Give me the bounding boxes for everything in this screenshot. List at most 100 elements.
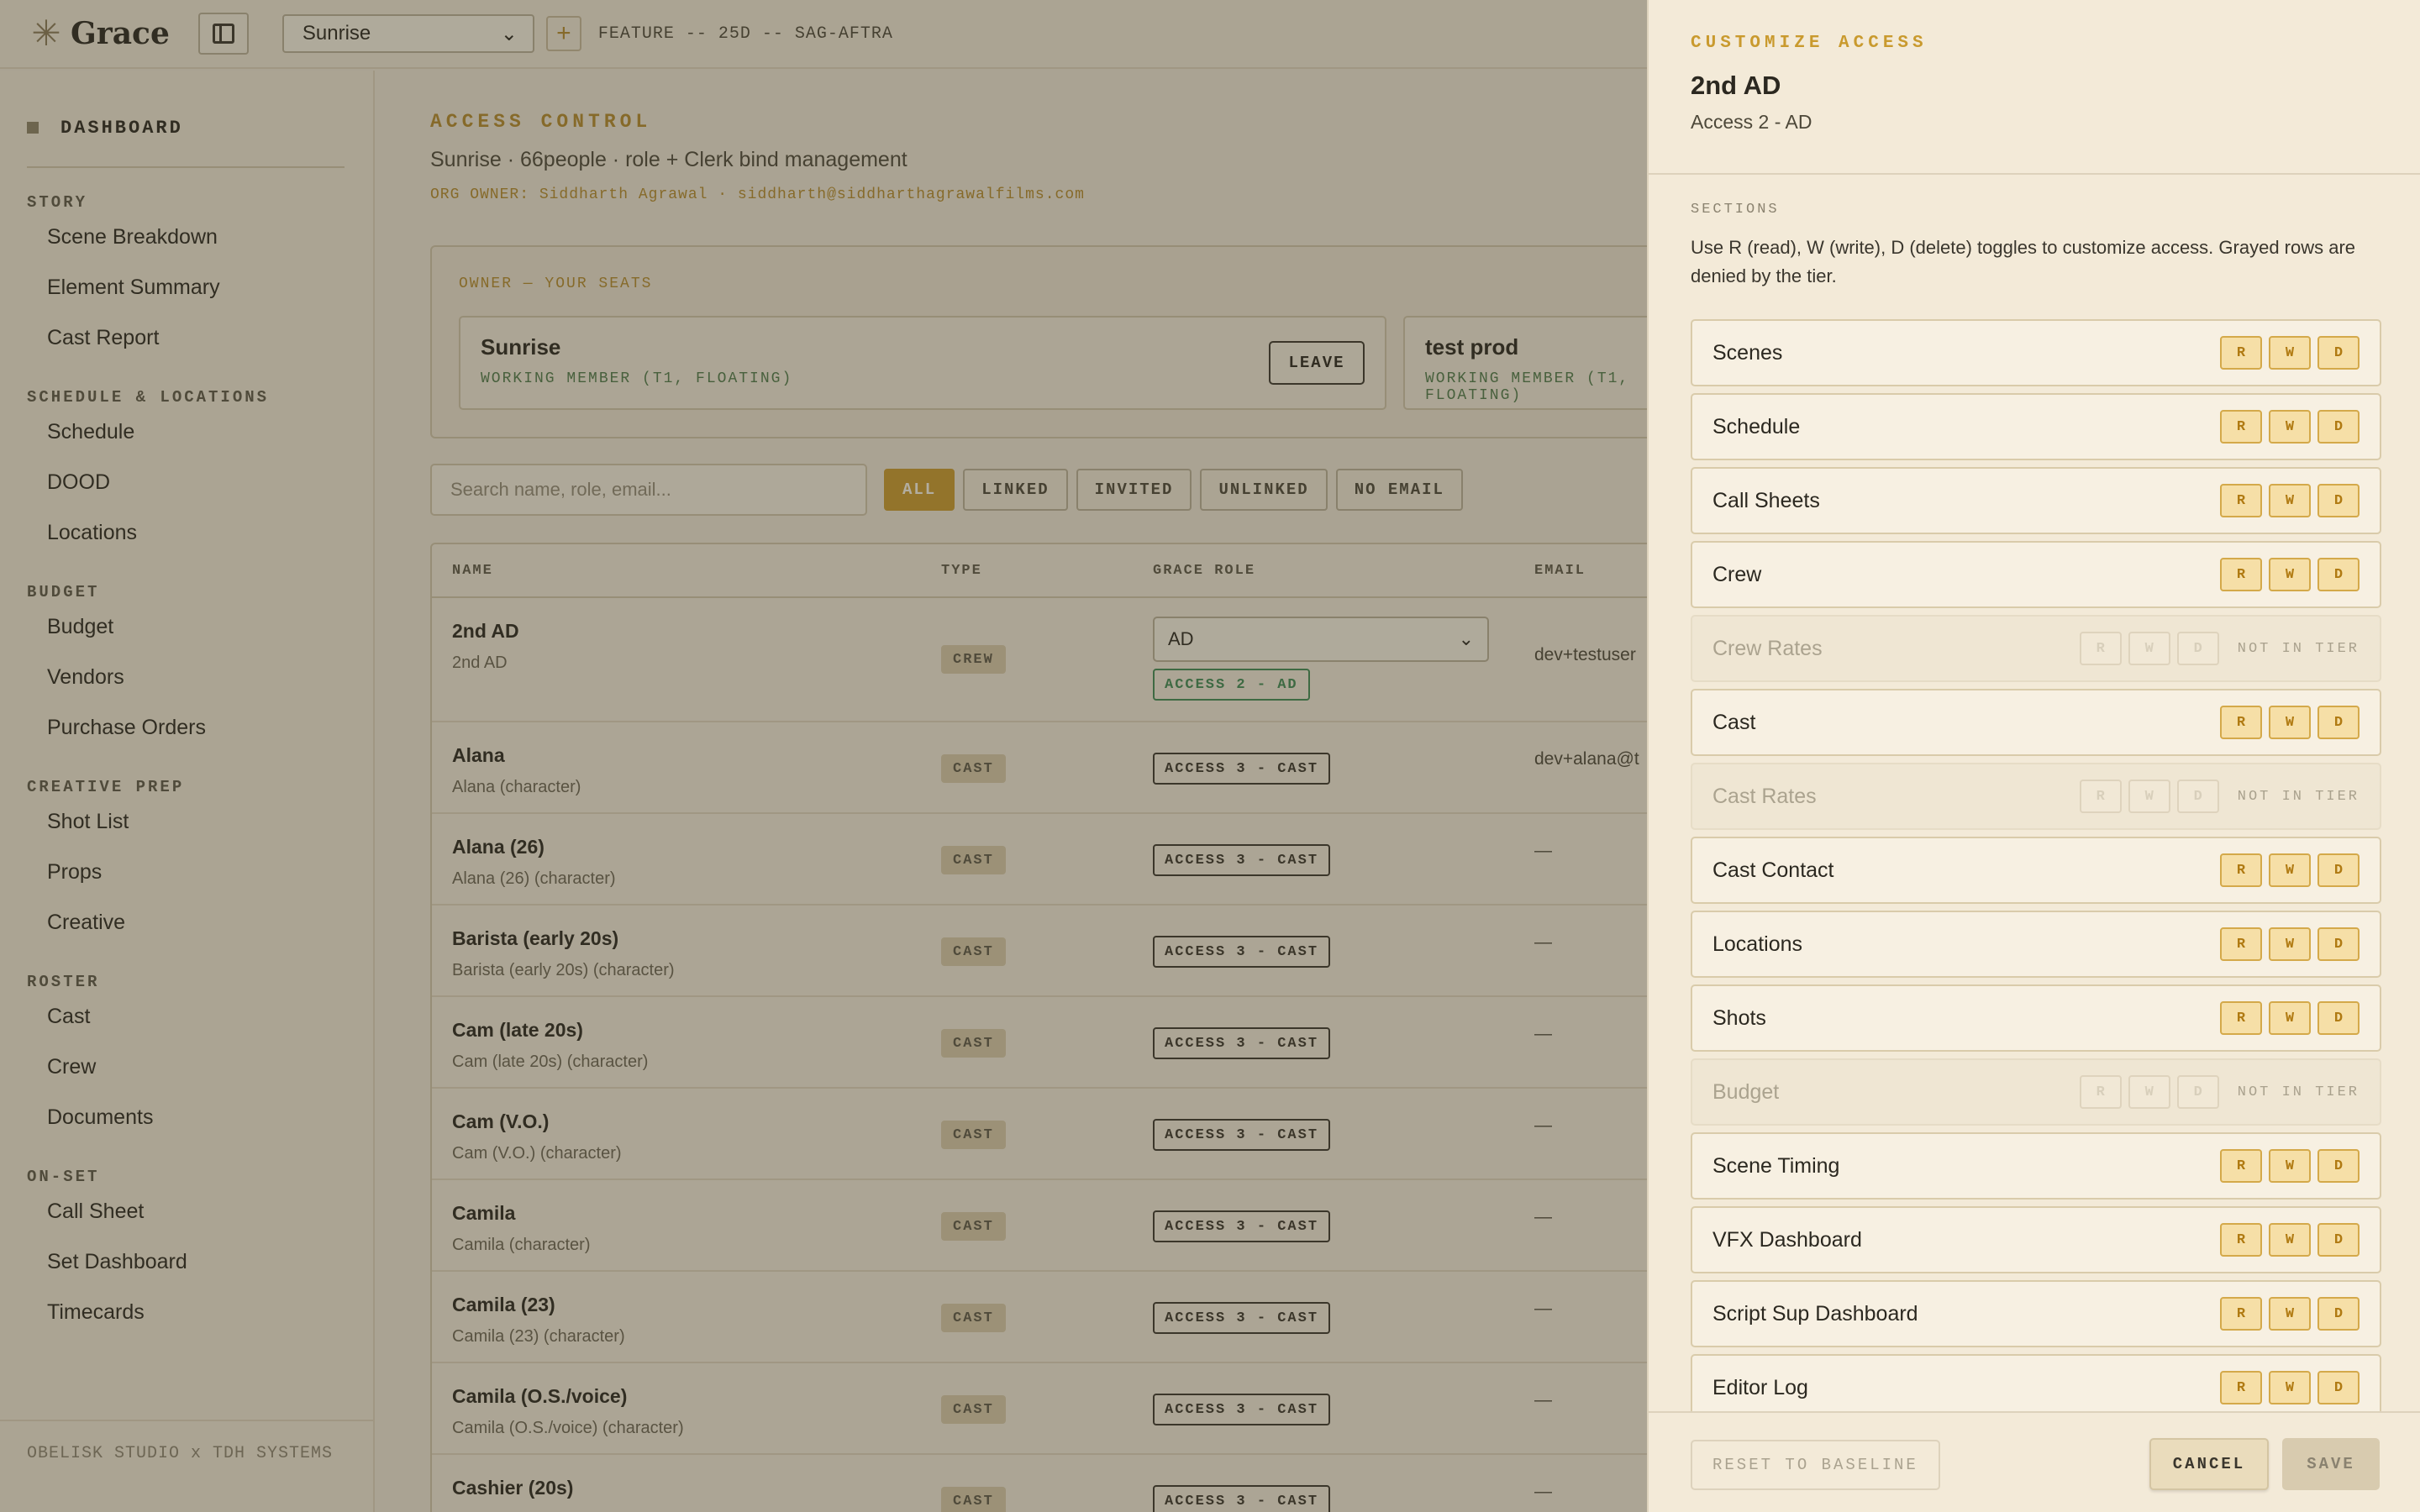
- permission-toggles: R W D NOT IN TIER: [2079, 1075, 2360, 1109]
- permission-row[interactable]: Cast Contact R W D: [1691, 837, 2381, 904]
- permission-toggle-r[interactable]: R: [2220, 853, 2262, 887]
- permission-name: VFX Dashboard: [1712, 1228, 1862, 1252]
- permission-toggle-d[interactable]: D: [2317, 410, 2360, 444]
- permission-toggle-r[interactable]: R: [2220, 410, 2262, 444]
- not-in-tier-label: NOT IN TIER: [2237, 788, 2360, 805]
- permission-toggle-r[interactable]: R: [2220, 1149, 2262, 1183]
- permission-toggle-w: W: [2128, 780, 2170, 813]
- permission-name: Cast Contact: [1712, 858, 1834, 882]
- permission-toggle-d[interactable]: D: [2317, 1149, 2360, 1183]
- modal-backdrop[interactable]: [0, 0, 1647, 1512]
- permission-toggle-w[interactable]: W: [2269, 410, 2311, 444]
- permission-row[interactable]: Cast R W D: [1691, 689, 2381, 756]
- drawer-eyebrow: CUSTOMIZE ACCESS: [1691, 34, 1928, 53]
- drawer-title: 2nd AD: [1691, 71, 1781, 100]
- permission-name: Script Sup Dashboard: [1712, 1302, 1918, 1326]
- permission-toggle-w[interactable]: W: [2269, 1223, 2311, 1257]
- permission-name: Crew Rates: [1712, 637, 1823, 660]
- permission-toggle-d[interactable]: D: [2317, 336, 2360, 370]
- permission-toggle-r[interactable]: R: [2220, 927, 2262, 961]
- permission-toggle-w[interactable]: W: [2269, 706, 2311, 739]
- permission-row[interactable]: Shots R W D: [1691, 984, 2381, 1052]
- permission-name: Editor Log: [1712, 1376, 1808, 1399]
- sections-label: SECTIONS: [1691, 202, 1780, 218]
- permission-name: Call Sheets: [1712, 489, 1820, 512]
- permission-toggles: RWD: [2220, 706, 2360, 739]
- permission-toggle-r: R: [2079, 780, 2122, 813]
- permission-name: Budget: [1712, 1080, 1780, 1104]
- permission-name: Scene Timing: [1712, 1154, 1840, 1178]
- permission-toggles: R W D NOT IN TIER: [2079, 780, 2360, 813]
- permission-toggle-d[interactable]: D: [2317, 1001, 2360, 1035]
- permission-name: Schedule: [1712, 415, 1801, 438]
- permission-toggle-w[interactable]: W: [2269, 1297, 2311, 1331]
- cancel-button[interactable]: CANCEL: [2149, 1438, 2269, 1490]
- permission-row[interactable]: Call Sheets R W D: [1691, 467, 2381, 534]
- permission-toggle-r: R: [2079, 1075, 2122, 1109]
- permission-row: Budget R W D NOT IN TIER: [1691, 1058, 2381, 1126]
- permission-toggles: RWD: [2220, 927, 2360, 961]
- permission-toggle-d[interactable]: D: [2317, 927, 2360, 961]
- permission-row[interactable]: Scenes R W D: [1691, 319, 2381, 386]
- permission-name: Locations: [1712, 932, 1803, 956]
- permission-toggle-d[interactable]: D: [2317, 1371, 2360, 1404]
- permission-list: Scenes R W D Schedule R W D Call Sheets R W D Crew R W…: [1691, 319, 2381, 1411]
- permission-toggle-d[interactable]: D: [2317, 558, 2360, 591]
- permission-row[interactable]: Locations R W D: [1691, 911, 2381, 978]
- permission-toggle-d[interactable]: D: [2317, 853, 2360, 887]
- permission-name: Crew: [1712, 563, 1762, 586]
- permission-name: Cast: [1712, 711, 1756, 734]
- not-in-tier-label: NOT IN TIER: [2237, 1084, 2360, 1100]
- permission-toggle-d[interactable]: D: [2317, 484, 2360, 517]
- permission-toggles: RWD: [2220, 410, 2360, 444]
- customize-access-drawer: CUSTOMIZE ACCESS 2nd AD Access 2 - AD SE…: [1647, 0, 2420, 1512]
- drawer-subtitle: Access 2 - AD: [1691, 111, 1812, 133]
- permission-toggles: RWD: [2220, 1297, 2360, 1331]
- permission-toggle-r[interactable]: R: [2220, 706, 2262, 739]
- permission-toggle-r[interactable]: R: [2220, 1297, 2262, 1331]
- permission-toggle-w[interactable]: W: [2269, 336, 2311, 370]
- permission-toggle-r[interactable]: R: [2220, 1371, 2262, 1404]
- permission-name: Scenes: [1712, 341, 1783, 365]
- permission-toggle-r[interactable]: R: [2220, 558, 2262, 591]
- permission-toggle-w[interactable]: W: [2269, 558, 2311, 591]
- permission-name: Shots: [1712, 1006, 1766, 1030]
- permission-row: Cast Rates R W D NOT IN TIER: [1691, 763, 2381, 830]
- permission-row: Crew Rates R W D NOT IN TIER: [1691, 615, 2381, 682]
- permission-row[interactable]: Schedule R W D: [1691, 393, 2381, 460]
- permission-toggles: RWD: [2220, 558, 2360, 591]
- permission-toggle-d[interactable]: D: [2317, 706, 2360, 739]
- permission-toggles: RWD: [2220, 853, 2360, 887]
- permission-toggle-r[interactable]: R: [2220, 484, 2262, 517]
- permission-toggle-r[interactable]: R: [2220, 1001, 2262, 1035]
- permission-row[interactable]: Crew R W D: [1691, 541, 2381, 608]
- permission-toggle-w[interactable]: W: [2269, 853, 2311, 887]
- permission-toggle-d[interactable]: D: [2317, 1297, 2360, 1331]
- permission-toggle-d[interactable]: D: [2317, 1223, 2360, 1257]
- not-in-tier-label: NOT IN TIER: [2237, 640, 2360, 657]
- permission-toggle-d: D: [2176, 1075, 2219, 1109]
- permission-toggle-w[interactable]: W: [2269, 484, 2311, 517]
- permission-toggles: RWD: [2220, 484, 2360, 517]
- permission-toggle-w[interactable]: W: [2269, 1149, 2311, 1183]
- permission-toggles: RWD: [2220, 336, 2360, 370]
- permission-toggle-r: R: [2079, 632, 2122, 665]
- permission-row[interactable]: Editor Log R W D: [1691, 1354, 2381, 1411]
- reset-to-baseline-button[interactable]: RESET TO BASELINE: [1691, 1440, 1940, 1490]
- permission-toggle-d: D: [2176, 632, 2219, 665]
- permission-row[interactable]: Script Sup Dashboard R W D: [1691, 1280, 2381, 1347]
- save-button[interactable]: SAVE: [2282, 1438, 2380, 1490]
- divider: [1649, 173, 2420, 175]
- permission-toggle-w[interactable]: W: [2269, 1371, 2311, 1404]
- permission-toggle-r[interactable]: R: [2220, 1223, 2262, 1257]
- permission-toggle-d: D: [2176, 780, 2219, 813]
- permission-toggles: R W D NOT IN TIER: [2079, 632, 2360, 665]
- permission-toggles: RWD: [2220, 1371, 2360, 1404]
- permission-toggle-w[interactable]: W: [2269, 1001, 2311, 1035]
- permission-toggles: RWD: [2220, 1001, 2360, 1035]
- permission-toggle-w[interactable]: W: [2269, 927, 2311, 961]
- permission-row[interactable]: VFX Dashboard R W D: [1691, 1206, 2381, 1273]
- permission-toggle-r[interactable]: R: [2220, 336, 2262, 370]
- permission-toggle-w: W: [2128, 1075, 2170, 1109]
- permission-row[interactable]: Scene Timing R W D: [1691, 1132, 2381, 1200]
